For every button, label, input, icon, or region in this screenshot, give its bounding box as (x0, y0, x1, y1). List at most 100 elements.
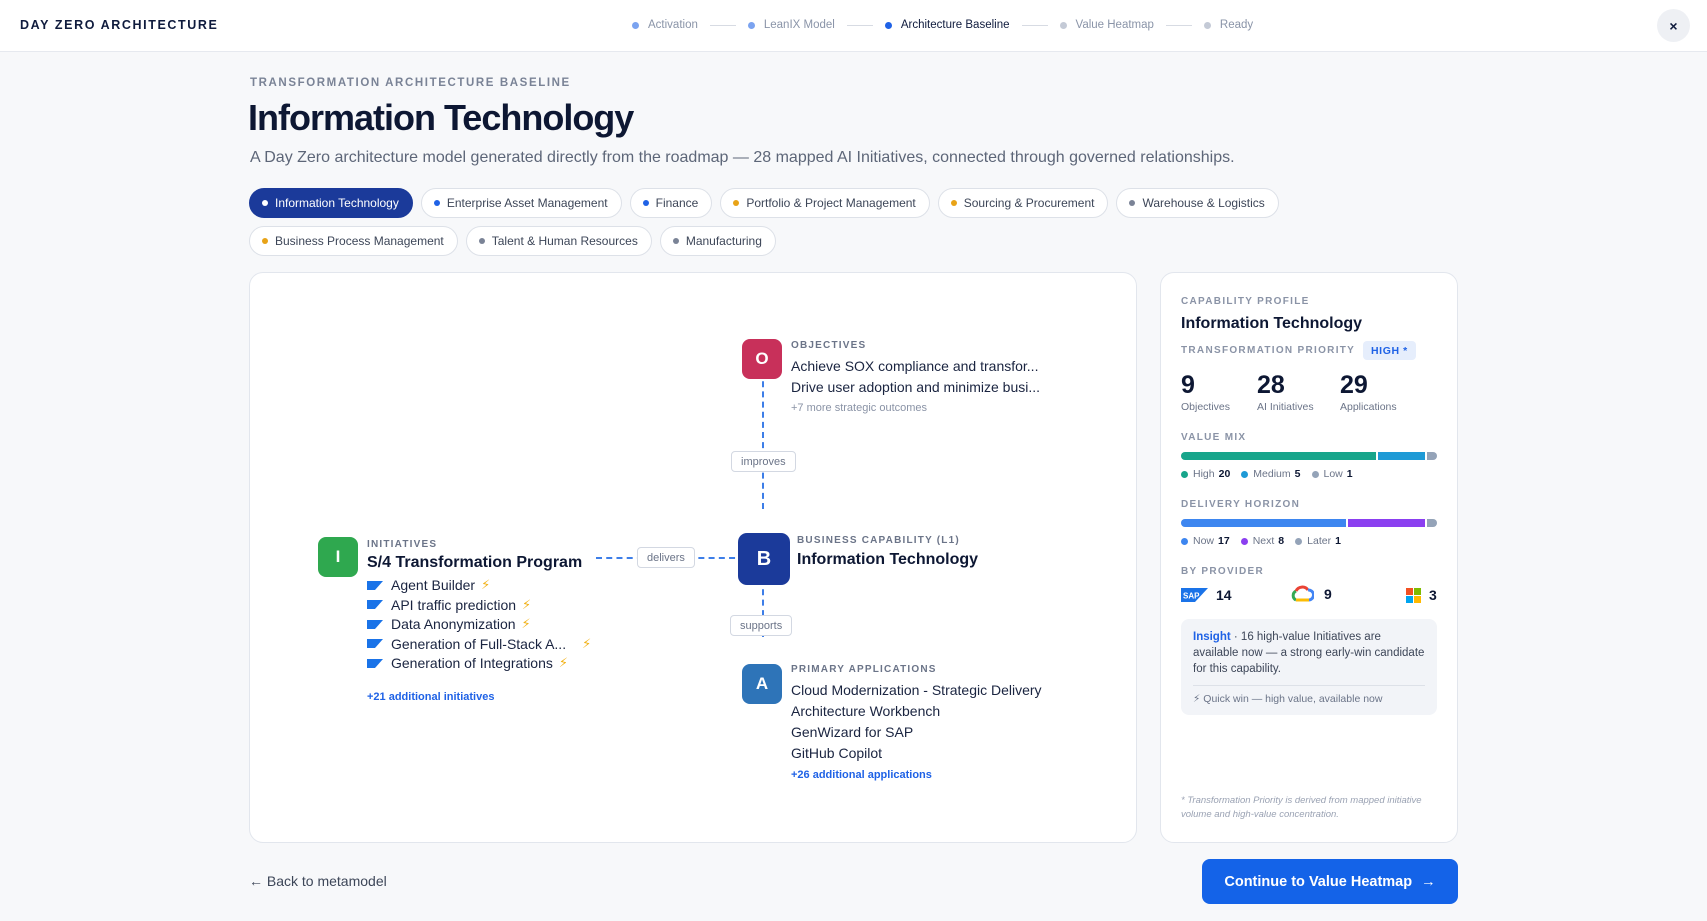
step-leanix-model[interactable]: LeanIX Model (747, 19, 835, 31)
step-label: Activation (648, 19, 698, 31)
chip-label: Finance (655, 196, 699, 210)
legend-item: Now 17 (1181, 535, 1230, 547)
capability-chip[interactable]: Enterprise Asset Management (420, 188, 622, 218)
chip-label: Portfolio & Project Management (746, 196, 916, 210)
chip-label: Business Process Management (275, 234, 444, 248)
google-cloud-logo-icon (1291, 585, 1314, 602)
capability-chip[interactable]: Business Process Management (249, 226, 458, 256)
provider-count: 9 (1324, 585, 1332, 602)
step-connector (846, 24, 873, 26)
bar-segment-later (1427, 519, 1437, 527)
stat-caption: Applications (1340, 401, 1397, 413)
legend-value: 20 (1218, 468, 1231, 480)
provider-microsoft: 3 (1406, 587, 1437, 603)
stat-number: 29 (1340, 371, 1368, 399)
step-ready[interactable]: Ready (1203, 19, 1253, 31)
legend-item: Later 1 (1295, 535, 1341, 547)
stat-ai-initiatives: 28 AI Initiatives (1257, 371, 1314, 413)
legend-value: 1 (1335, 535, 1341, 547)
initiative-item[interactable]: API traffic prediction ⚡ (367, 597, 531, 613)
initiative-item[interactable]: Generation of Integrations ⚡ (367, 655, 568, 671)
priority-badge: HIGH * (1363, 341, 1416, 360)
legend-dot (1181, 537, 1188, 545)
page-subtitle: A Day Zero architecture model generated … (250, 149, 1235, 166)
initiative-item[interactable]: Data Anonymization ⚡ (367, 616, 531, 632)
stat-number: 28 (1257, 371, 1285, 399)
legend-name: Next (1252, 535, 1275, 547)
quick-win-bolt-icon: ⚡ (521, 616, 531, 631)
continue-button-label: Continue to Value Heatmap (1224, 873, 1413, 890)
objectives-more[interactable]: +7 more strategic outcomes (791, 402, 927, 414)
page-title: Information Technology (248, 97, 634, 138)
profile-eyebrow: CAPABILITY PROFILE (1181, 296, 1310, 307)
application-item[interactable]: Architecture Workbench (791, 703, 940, 719)
chip-dot (950, 200, 957, 206)
sap-logo-icon (367, 639, 383, 648)
progress-stepper: Activation LeanIX Model Architecture Bas… (632, 16, 1253, 34)
close-button[interactable]: × (1657, 9, 1690, 42)
legend-value: 8 (1278, 535, 1285, 547)
legend-value: 17 (1218, 535, 1230, 547)
bar-segment-medium (1377, 452, 1428, 460)
legend-dot (1295, 537, 1303, 545)
capability-chip[interactable]: Manufacturing (659, 226, 776, 256)
chip-label: Enterprise Asset Management (446, 196, 608, 210)
applications-icon[interactable]: A (742, 664, 782, 704)
capability-chip[interactable]: Warehouse & Logistics (1116, 188, 1279, 218)
sap-logo-icon: SAP (1181, 588, 1208, 602)
capability-label: BUSINESS CAPABILITY (L1) (797, 535, 960, 546)
chip-dot (642, 200, 649, 206)
chip-dot (672, 238, 679, 244)
step-activation[interactable]: Activation (632, 19, 698, 31)
capability-chip[interactable]: Portfolio & Project Management (720, 188, 930, 218)
application-item[interactable]: Cloud Modernization - Strategic Delivery (791, 682, 1042, 698)
quick-win-bolt-icon: ⚡ (582, 635, 592, 651)
objective-item[interactable]: Achieve SOX compliance and transfor... (791, 358, 1038, 374)
chip-label: Talent & Human Resources (491, 234, 638, 248)
sap-logo-icon (367, 619, 383, 629)
initiative-item[interactable]: Agent Builder ⚡ (367, 577, 490, 593)
initiative-program-name[interactable]: S/4 Transformation Program (367, 554, 582, 572)
legend-dot (1240, 537, 1248, 545)
provider-count: 3 (1429, 587, 1437, 603)
step-label: Architecture Baseline (900, 19, 1010, 31)
capability-chip[interactable]: Talent & Human Resources (465, 226, 652, 256)
initiative-item[interactable]: Generation of Full-Stack A... ⚡ (367, 636, 591, 652)
objective-item[interactable]: Drive user adoption and minimize busi... (791, 379, 1040, 395)
capability-icon[interactable]: B (738, 533, 790, 585)
capability-chip[interactable]: Information Technology (249, 188, 413, 218)
initiatives-icon[interactable]: I (318, 537, 358, 577)
sap-logo-icon (367, 580, 383, 590)
capability-profile-panel: CAPABILITY PROFILE Information Technolog… (1160, 272, 1458, 843)
initiatives-more[interactable]: +21 additional initiatives (367, 691, 494, 703)
quick-win-note: ⚡ Quick win — high value, available now (1193, 685, 1425, 705)
step-dot (1059, 21, 1067, 29)
applications-more[interactable]: +26 additional applications (791, 769, 932, 781)
provider-google-cloud: 9 (1290, 585, 1332, 602)
chip-label: Manufacturing (685, 234, 762, 248)
capability-chip[interactable]: Finance (629, 188, 713, 218)
legend-item: Next 8 (1240, 535, 1285, 547)
priority-footnote: * Transformation Priority is derived fro… (1181, 795, 1422, 820)
bar-segment-low (1427, 452, 1437, 460)
continue-button[interactable]: Continue to Value Heatmap → (1202, 859, 1458, 904)
step-dot (747, 21, 755, 29)
back-to-metamodel-link[interactable]: ← Back to metamodel (249, 873, 387, 889)
sap-logo-icon (367, 658, 383, 668)
step-connector (1165, 24, 1192, 26)
application-item[interactable]: GitHub Copilot (791, 745, 882, 761)
quick-win-bolt-icon: ⚡ (558, 655, 569, 670)
capability-chip[interactable]: Sourcing & Procurement (937, 188, 1109, 218)
step-label: Value Heatmap (1075, 19, 1154, 31)
capability-name[interactable]: Information Technology (797, 551, 978, 569)
step-architecture-baseline[interactable]: Architecture Baseline (884, 19, 1010, 31)
step-connector (1021, 24, 1048, 26)
application-item[interactable]: GenWizard for SAP (791, 724, 913, 740)
initiative-name: Generation of Full-Stack A... (391, 635, 567, 652)
insight-box: Insight · 16 high-value Initiatives are … (1181, 619, 1437, 715)
stat-objectives: 9 Objectives (1181, 371, 1230, 413)
legend-dot (1181, 470, 1188, 478)
chip-label: Information Technology (275, 196, 399, 210)
objectives-icon[interactable]: O (742, 339, 782, 379)
step-value-heatmap[interactable]: Value Heatmap (1059, 19, 1154, 31)
